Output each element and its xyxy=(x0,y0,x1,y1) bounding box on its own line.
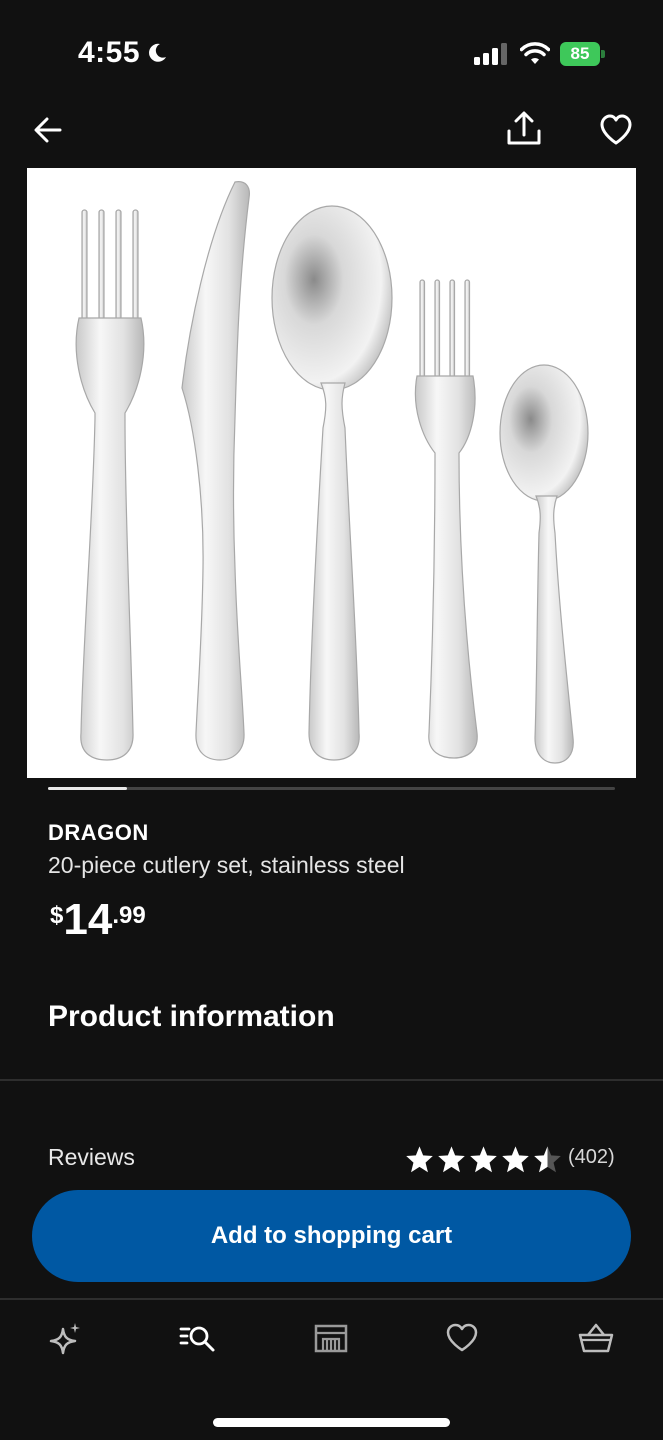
tab-favorites[interactable] xyxy=(440,1316,484,1360)
rating-stars[interactable] xyxy=(405,1145,562,1173)
star-icon xyxy=(406,1146,433,1173)
add-to-cart-button[interactable]: Add to shopping cart xyxy=(32,1190,631,1282)
product-price: $ 14 .99 xyxy=(50,896,146,944)
divider xyxy=(0,1079,663,1081)
status-time: 4:55 xyxy=(78,36,141,69)
home-indicator[interactable] xyxy=(213,1418,450,1427)
star-icon xyxy=(438,1146,465,1173)
share-button[interactable] xyxy=(504,108,544,148)
carousel-indicator xyxy=(48,787,127,790)
carousel-track xyxy=(48,787,615,790)
product-name: DRAGON xyxy=(48,820,149,845)
dinner-fork xyxy=(75,209,145,761)
tab-stores[interactable] xyxy=(309,1316,353,1360)
share-icon xyxy=(507,111,541,145)
knife xyxy=(181,181,250,761)
star-icon xyxy=(470,1146,497,1173)
back-button[interactable] xyxy=(28,110,68,150)
star-icon xyxy=(502,1146,529,1173)
price-cents: .99 xyxy=(112,902,146,929)
battery-indicator: 85 xyxy=(560,42,606,66)
store-icon xyxy=(314,1324,348,1353)
divider xyxy=(0,1298,663,1300)
heart-icon xyxy=(600,114,632,145)
moon-icon xyxy=(149,43,166,62)
basket-icon xyxy=(578,1323,614,1353)
product-information-heading[interactable]: Product information xyxy=(48,1000,335,1034)
heart-icon xyxy=(446,1323,478,1352)
teaspoon xyxy=(499,364,589,764)
tab-cart[interactable] xyxy=(574,1316,618,1360)
signal-icon xyxy=(474,43,507,65)
back-arrow-icon xyxy=(34,117,62,143)
product-description: 20-piece cutlery set, stainless steel xyxy=(48,852,405,878)
wifi-icon xyxy=(520,42,550,64)
price-whole: 14 xyxy=(63,895,113,944)
tablespoon xyxy=(271,205,393,761)
product-image[interactable] xyxy=(27,168,636,778)
dessert-fork xyxy=(414,279,478,759)
tab-inspiration[interactable] xyxy=(44,1316,88,1360)
search-list-icon xyxy=(179,1326,215,1352)
half-star-icon xyxy=(534,1146,561,1173)
favorite-button[interactable] xyxy=(596,110,636,150)
reviews-label[interactable]: Reviews xyxy=(48,1144,135,1171)
sparkle-icon xyxy=(49,1323,80,1355)
review-count[interactable]: (402) xyxy=(568,1146,615,1169)
cutlery-illustration xyxy=(75,181,589,764)
tab-search[interactable] xyxy=(176,1316,220,1360)
battery-level: 85 xyxy=(560,42,600,66)
price-currency: $ xyxy=(50,902,64,929)
